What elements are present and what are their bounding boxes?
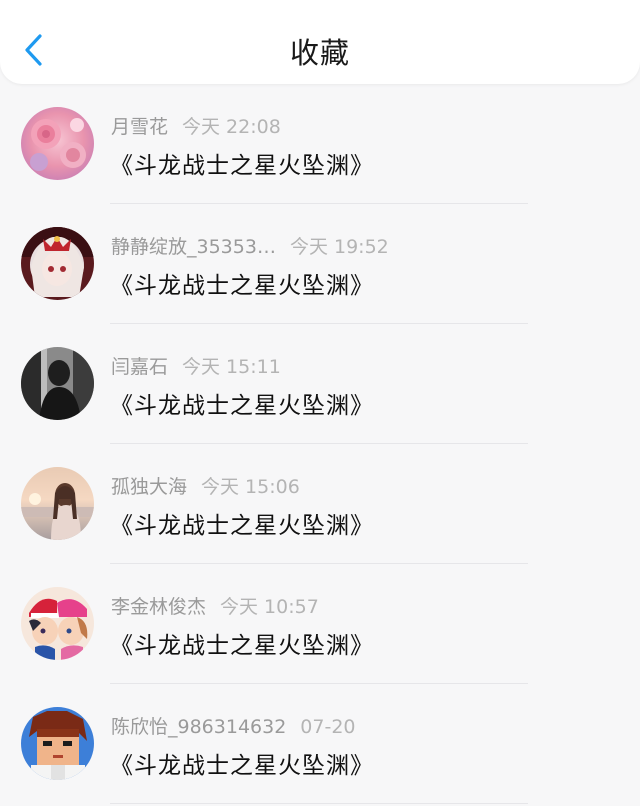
item-meta: 李金林俊杰 今天 10:57	[111, 594, 319, 620]
divider	[110, 803, 528, 804]
timestamp: 07-20	[300, 716, 356, 738]
list-item[interactable]: 李金林俊杰 今天 10:57 《斗龙战士之星火坠渊》	[0, 564, 640, 684]
list-item[interactable]: 闫嘉石 今天 15:11 《斗龙战士之星火坠渊》	[0, 324, 640, 444]
timestamp: 今天 15:06	[201, 476, 300, 498]
item-title[interactable]: 《斗龙战士之星火坠渊》	[110, 746, 374, 780]
list-item[interactable]: 月雪花 今天 22:08 《斗龙战士之星火坠渊》	[0, 84, 640, 204]
timestamp: 今天 15:11	[182, 356, 281, 378]
item-title[interactable]: 《斗龙战士之星火坠渊》	[110, 146, 374, 180]
cartoon-couple-avatar-icon	[21, 587, 94, 660]
timestamp: 今天 10:57	[220, 596, 319, 618]
item-title[interactable]: 《斗龙战士之星火坠渊》	[110, 506, 374, 540]
top-bar: 收藏	[0, 0, 640, 84]
avatar[interactable]	[21, 347, 94, 420]
item-title[interactable]: 《斗龙战士之星火坠渊》	[110, 266, 374, 300]
list-item[interactable]: 孤独大海 今天 15:06 《斗龙战士之星火坠渊》	[0, 444, 640, 564]
avatar[interactable]	[21, 107, 94, 180]
anime-girl-red-avatar-icon	[21, 227, 94, 300]
username[interactable]: 李金林俊杰	[111, 596, 206, 618]
pink-roses-avatar-icon	[21, 107, 94, 180]
avatar[interactable]	[21, 467, 94, 540]
item-meta: 陈欣怡_986314632 07-20	[111, 714, 356, 740]
timestamp: 今天 19:52	[289, 236, 389, 258]
avatar[interactable]	[21, 227, 94, 300]
avatar[interactable]	[21, 587, 94, 660]
item-title[interactable]: 《斗龙战士之星火坠渊》	[110, 386, 374, 420]
pixel-boy-avatar-icon	[21, 707, 94, 780]
item-meta: 月雪花 今天 22:08	[111, 114, 281, 140]
page-title: 收藏	[289, 36, 350, 70]
item-meta: 闫嘉石 今天 15:11	[111, 354, 281, 380]
username[interactable]: 陈欣怡_986314632	[111, 716, 286, 738]
username[interactable]: 月雪花	[111, 116, 168, 138]
item-meta: 孤独大海 今天 15:06	[111, 474, 300, 500]
username[interactable]: 孤独大海	[111, 476, 187, 498]
item-title[interactable]: 《斗龙战士之星火坠渊》	[110, 626, 374, 660]
dark-figure-avatar-icon	[21, 347, 94, 420]
list-item[interactable]: 静静绽放_35353… 今天 19:52 《斗龙战士之星火坠渊》	[0, 204, 640, 324]
list-item[interactable]: 陈欣怡_986314632 07-20 《斗龙战士之星火坠渊》	[0, 684, 640, 804]
username[interactable]: 静静绽放_35353…	[111, 236, 276, 258]
sunset-girl-avatar-icon	[21, 467, 94, 540]
username[interactable]: 闫嘉石	[111, 356, 168, 378]
item-meta: 静静绽放_35353… 今天 19:52	[111, 234, 389, 260]
timestamp: 今天 22:08	[182, 116, 281, 138]
avatar[interactable]	[21, 707, 94, 780]
favorites-list: 月雪花 今天 22:08 《斗龙战士之星火坠渊》 静静绽放_35353… 今天 19…	[0, 84, 640, 804]
